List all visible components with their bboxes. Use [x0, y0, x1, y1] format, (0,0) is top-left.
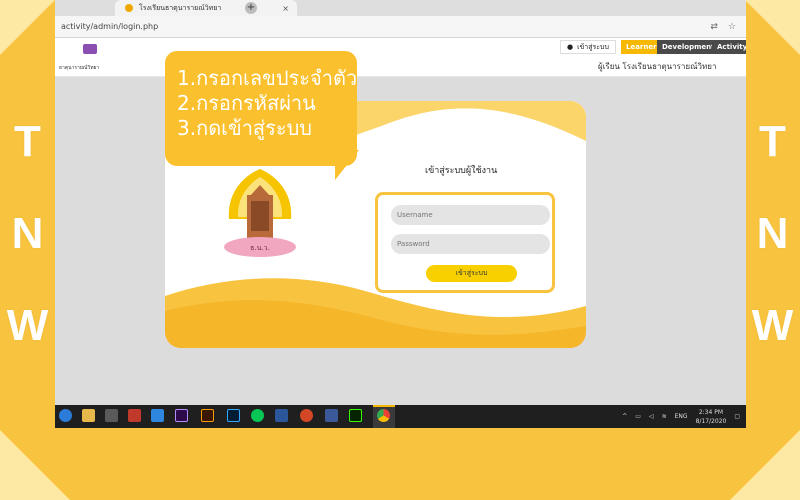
nav-activity[interactable]: Activity — [712, 40, 746, 54]
browser-tab[interactable]: โรงเรียนธาตุนารายณ์วิทยา × — [115, 0, 297, 16]
logo-mark-icon — [83, 44, 97, 54]
frame-corner-top-left — [0, 0, 55, 55]
side-letter: T — [14, 117, 41, 166]
notifications-icon[interactable]: ▢ — [734, 413, 740, 420]
nav-learner[interactable]: Learner — [621, 40, 662, 54]
dreamweaver-icon[interactable] — [349, 409, 362, 422]
clock-time: 2:34 PM — [698, 408, 724, 416]
header-login-label: เข้าสู่ระบบ — [577, 42, 609, 51]
password-input[interactable] — [391, 234, 550, 254]
frame-corner-top-right — [745, 0, 800, 55]
instruction-bubble: 1.กรอกเลขประจำตัว 2.กรอกรหัสผ่าน 3.กดเข้… — [165, 51, 357, 166]
frame-corner-bottom-left — [0, 430, 70, 500]
bookmark-star-icon[interactable]: ☆ — [728, 22, 736, 32]
side-letter: W — [751, 301, 794, 350]
header-login-button[interactable]: ● เข้าสู่ระบบ — [560, 40, 616, 54]
volume-icon[interactable]: ◁ — [649, 413, 654, 420]
clock-date: 8/17/2020 — [695, 417, 727, 425]
login-form: เข้าสู่ระบบ — [375, 192, 555, 293]
side-letter: W — [6, 301, 49, 350]
school-name: ผู้เรียน โรงเรียนธาตุนารายณ์วิทยา — [598, 62, 717, 71]
wifi-icon[interactable]: ≋ — [662, 413, 667, 420]
browser-tab-bar: โรงเรียนธาตุนารายณ์วิทยา × + — [55, 0, 746, 16]
mail-icon[interactable] — [151, 409, 164, 422]
illustrator-icon[interactable] — [201, 409, 214, 422]
translate-icon[interactable]: ⇄ — [710, 22, 718, 32]
nav-development[interactable]: Development — [657, 40, 720, 54]
after-effects-icon[interactable] — [175, 409, 188, 422]
side-letter: T — [759, 117, 786, 166]
login-submit-button[interactable]: เข้าสู่ระบบ — [426, 265, 517, 282]
language-indicator[interactable]: ENG — [675, 413, 688, 420]
store-icon[interactable] — [105, 409, 118, 422]
logo-text: ธาตุนารายณ์วิทยา — [59, 65, 100, 71]
side-letter: N — [11, 209, 44, 258]
username-input[interactable] — [391, 205, 550, 225]
powerpoint-icon[interactable] — [300, 409, 313, 422]
app-icon[interactable] — [325, 409, 338, 422]
site-header: ธาตุนารายณ์วิทยา ● เข้าสู่ระบบ Learner D… — [55, 38, 746, 77]
instruction-line: 1.กรอกเลขประจำตัว — [177, 66, 358, 90]
frame-corner-bottom-right — [730, 430, 800, 500]
chrome-icon[interactable] — [377, 409, 390, 422]
gift-app-icon[interactable] — [128, 409, 141, 422]
tab-title: โรงเรียนธาตุนารายณ์วิทยา — [139, 3, 222, 12]
tab-favicon-icon — [125, 4, 133, 12]
file-explorer-icon[interactable] — [82, 409, 95, 422]
side-letters-right: T N W — [745, 120, 800, 348]
address-bar[interactable]: activity/admin/login.php ⇄ ☆ — [55, 16, 746, 38]
tray-chevron-icon[interactable]: ^ — [622, 413, 627, 420]
url-text[interactable]: activity/admin/login.php — [61, 22, 710, 31]
taskbar-clock[interactable]: 2:34 PM 8/17/2020 — [696, 408, 727, 426]
windows-taskbar: ^ ▭ ◁ ≋ ENG 2:34 PM 8/17/2020 ▢ — [55, 405, 746, 428]
system-tray: ^ ▭ ◁ ≋ ENG 2:34 PM 8/17/2020 ▢ — [622, 405, 740, 428]
login-form-title: เข้าสู่ระบบผู้ใช้งาน — [425, 166, 498, 176]
user-icon: ● — [567, 43, 574, 51]
instruction-line: 2.กรอกรหัสผ่าน — [177, 91, 316, 115]
tab-close-icon[interactable]: × — [282, 4, 289, 13]
side-letter: N — [756, 209, 789, 258]
edge-icon[interactable] — [59, 409, 72, 422]
new-tab-button[interactable]: + — [245, 2, 257, 14]
instruction-line: 3.กดเข้าสู่ระบบ — [177, 116, 312, 140]
site-logo[interactable]: ธาตุนารายณ์วิทยา — [59, 44, 103, 72]
battery-icon[interactable]: ▭ — [635, 413, 641, 420]
bubble-tail — [335, 150, 359, 180]
word-icon[interactable] — [275, 409, 288, 422]
school-emblem-icon: ธ.น.ว. — [224, 169, 296, 257]
emblem-caption: ธ.น.ว. — [250, 244, 270, 252]
desktop-screen: โรงเรียนธาตุนารายณ์วิทยา × + activity/ad… — [55, 0, 746, 428]
photoshop-icon[interactable] — [227, 409, 240, 422]
side-letters-left: T N W — [0, 120, 55, 348]
line-icon[interactable] — [251, 409, 264, 422]
